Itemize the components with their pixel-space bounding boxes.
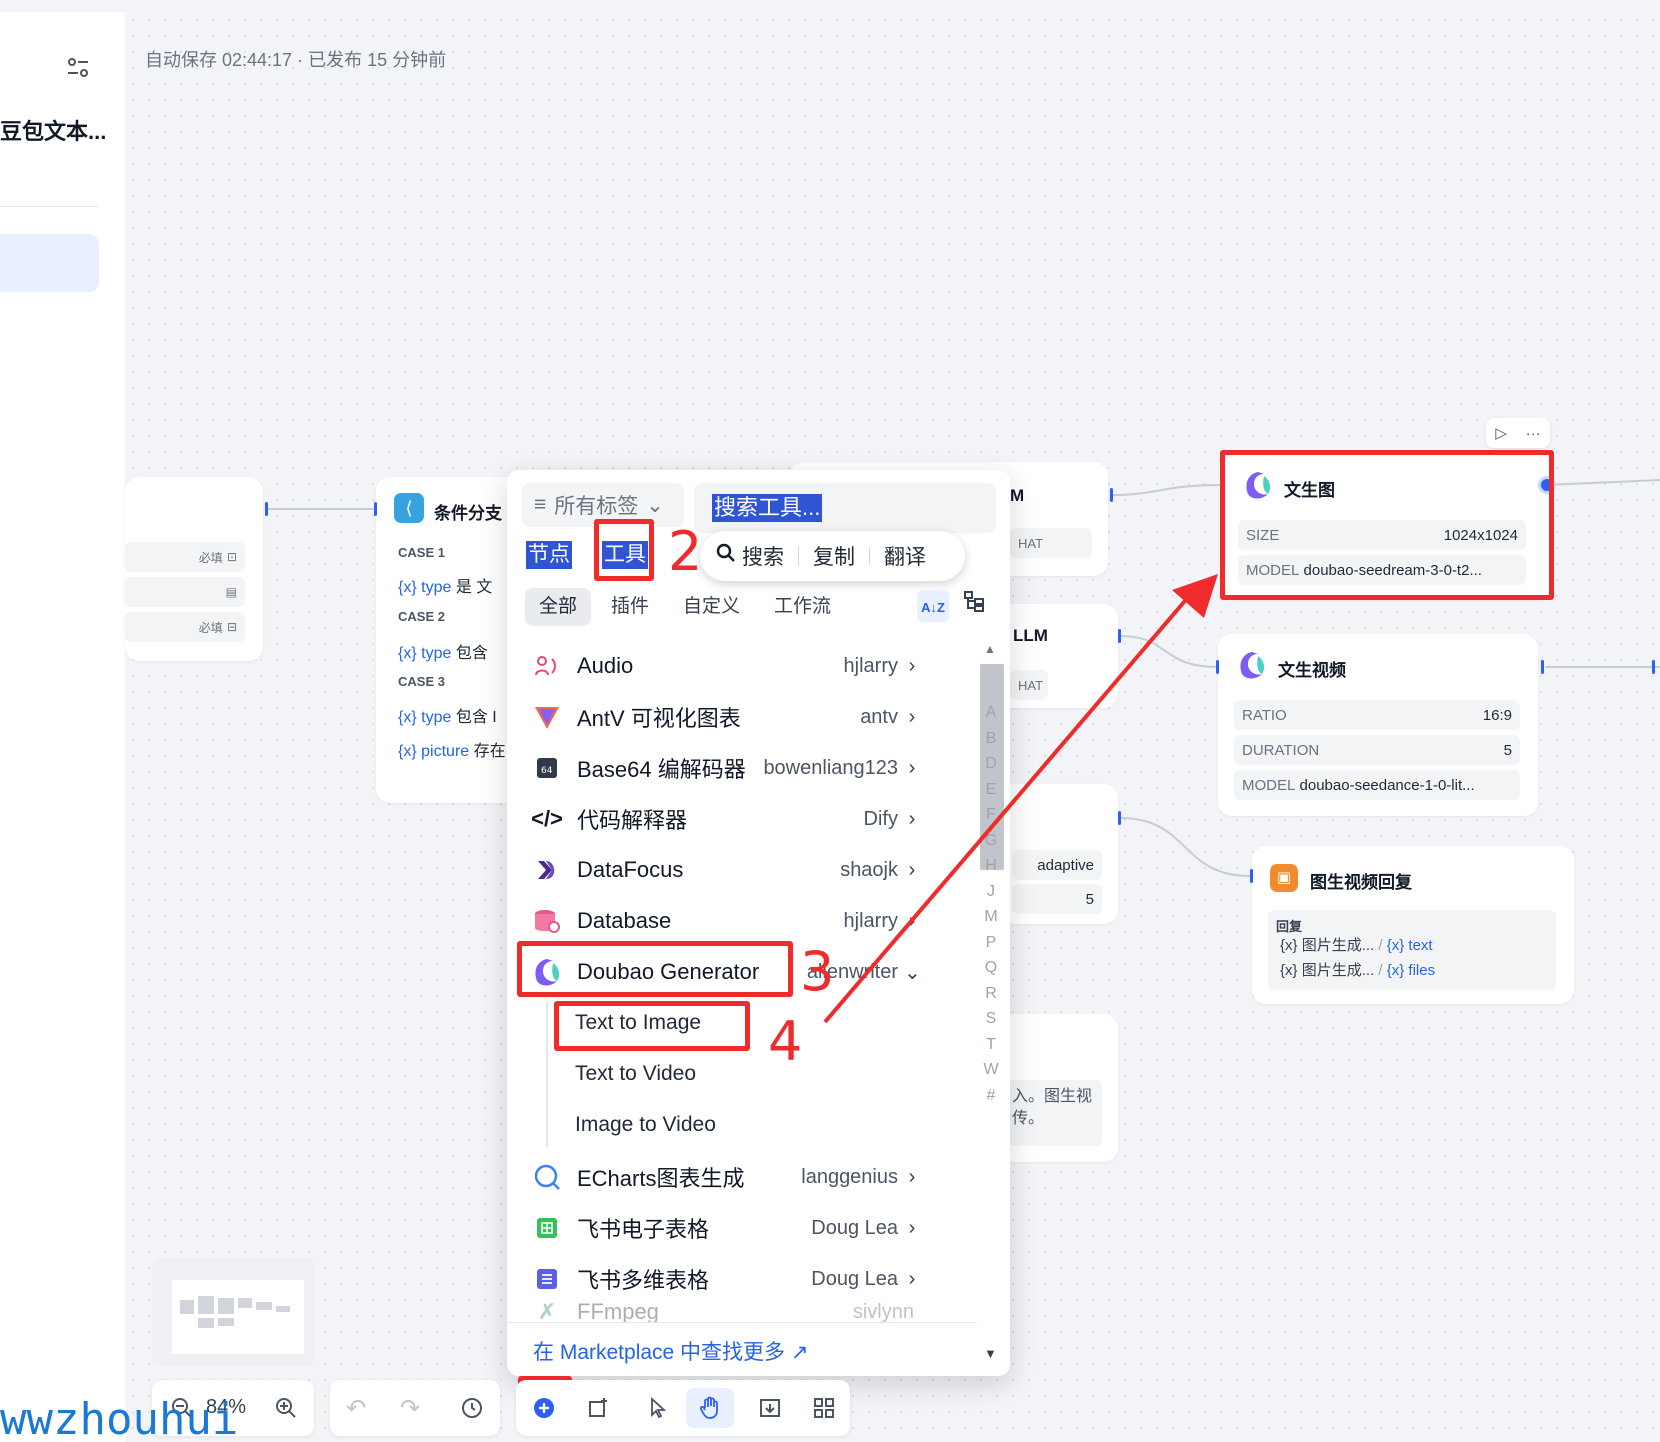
pointer-icon[interactable] <box>642 1392 674 1424</box>
history-icon[interactable] <box>456 1392 488 1424</box>
annotation-number-2: 2 <box>668 520 703 583</box>
organize-layout-icon[interactable] <box>808 1392 840 1424</box>
watermark: wwzhouhui <box>0 1394 239 1442</box>
undo-icon[interactable]: ↶ <box>340 1392 372 1424</box>
annotation-box-doubao <box>517 941 793 997</box>
annotation-box-node <box>1220 450 1554 600</box>
annotation-arrow <box>823 574 1218 1024</box>
annotation-box-text-to-image <box>554 1001 750 1051</box>
hand-icon[interactable] <box>694 1392 726 1424</box>
annotation-box-tools-tab <box>594 519 654 581</box>
canvas-toolbar <box>516 1380 850 1436</box>
add-node-icon[interactable] <box>528 1392 560 1424</box>
export-image-icon[interactable] <box>754 1392 786 1424</box>
annotation-number-3: 3 <box>800 940 835 1003</box>
zoom-in-icon[interactable] <box>270 1392 302 1424</box>
annotation-number-4: 4 <box>768 1010 803 1073</box>
redo-icon[interactable]: ↷ <box>394 1392 426 1424</box>
add-note-icon[interactable] <box>582 1392 614 1424</box>
